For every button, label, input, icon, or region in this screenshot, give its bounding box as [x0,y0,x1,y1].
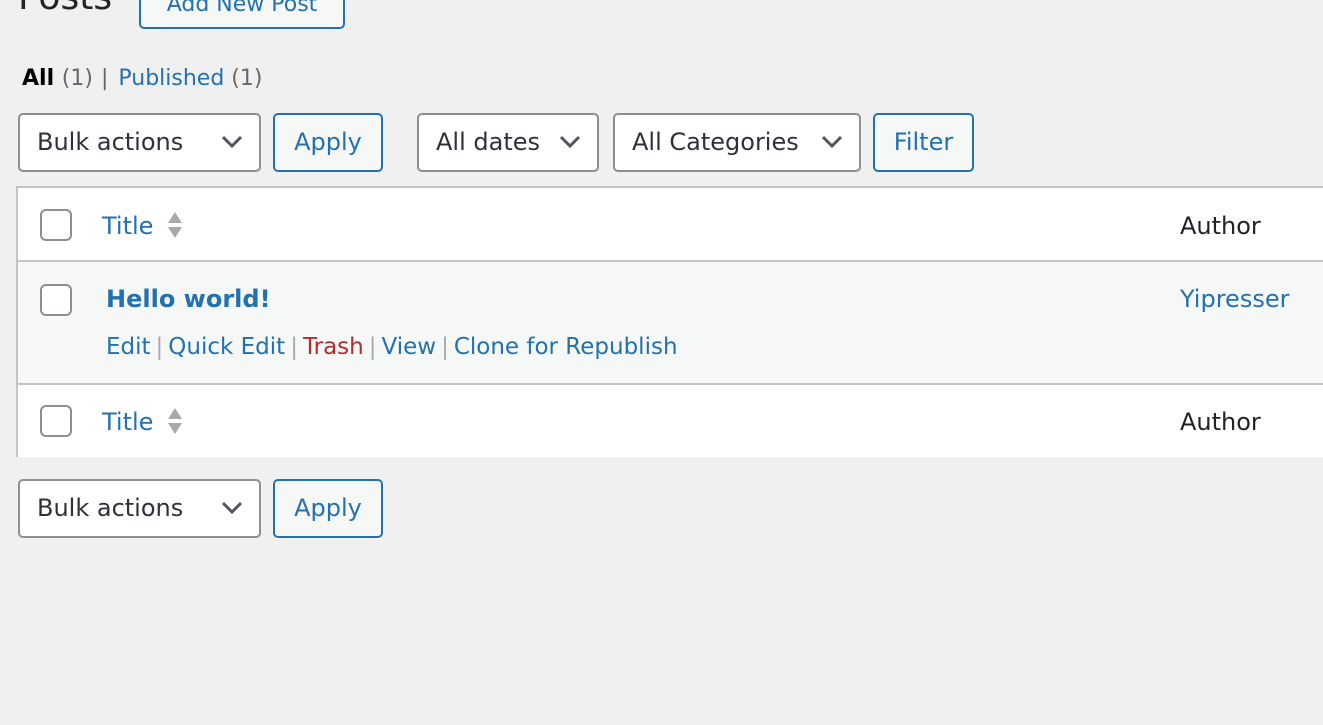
clone-for-republish-action[interactable]: Clone for Republish [454,334,678,360]
view-all-count: (1) [61,66,93,91]
posts-table: Title Author Hello world! Edit | Quick Edi… [16,186,1323,457]
chevron-down-icon [821,135,843,149]
select-all-checkbox[interactable] [40,209,72,241]
table-header: Title Author [18,188,1323,262]
view-published-label: Published [118,66,225,91]
action-separator: | [441,334,449,360]
chevron-down-icon [221,501,243,515]
author-link[interactable]: Yipresser [1180,284,1289,314]
chevron-down-icon [559,135,581,149]
post-status-views: All (1) | Published (1) [22,64,262,94]
bulk-actions-select-bottom[interactable]: Bulk actions [18,479,261,538]
posts-page: Posts Add New Post All (1) | Published (1)… [0,0,1323,725]
column-author-footer: Author [1180,408,1261,436]
filter-button[interactable]: Filter [873,113,974,172]
view-all-label: All [22,66,55,91]
select-all-checkbox-footer[interactable] [40,405,72,437]
bulk-actions-value: Bulk actions [37,128,184,156]
apply-button-bottom[interactable]: Apply [273,479,383,538]
bulk-actions-value: Bulk actions [37,494,184,522]
column-author: Author [1180,212,1261,240]
bulk-actions-select-top[interactable]: Bulk actions [18,113,261,172]
view-all-link[interactable]: All (1) [22,66,93,91]
action-separator: | [155,334,164,360]
dates-filter-select[interactable]: All dates [417,113,599,172]
view-published-link[interactable]: Published (1) [118,66,262,91]
chevron-down-icon [221,135,243,149]
categories-filter-value: All Categories [632,128,799,156]
column-title-sort[interactable]: Title [102,211,153,241]
quick-edit-action[interactable]: Quick Edit [168,334,285,360]
edit-action[interactable]: Edit [106,334,151,360]
page-title: Posts [18,0,112,20]
table-row: Hello world! Edit | Quick Edit | Trash | View |… [18,262,1323,383]
row-checkbox[interactable] [40,284,72,316]
trash-action[interactable]: Trash [303,334,364,360]
post-title-link[interactable]: Hello world! [106,284,271,314]
action-separator: | [368,334,377,360]
action-separator: | [290,334,298,360]
sort-arrows-icon[interactable] [166,210,184,242]
view-published-count: (1) [231,66,263,91]
view-separator: | [100,66,109,91]
dates-filter-value: All dates [436,128,541,156]
sort-arrows-icon[interactable] [166,406,184,438]
row-actions: Edit | Quick Edit | Trash | View | Clone for Rep… [106,332,678,362]
column-title-sort-footer[interactable]: Title [102,407,153,437]
categories-filter-select[interactable]: All Categories [613,113,861,172]
table-footer: Title Author [18,383,1323,457]
add-new-post-button[interactable]: Add New Post [139,0,345,29]
view-action[interactable]: View [381,334,436,360]
apply-button-top[interactable]: Apply [273,113,383,172]
